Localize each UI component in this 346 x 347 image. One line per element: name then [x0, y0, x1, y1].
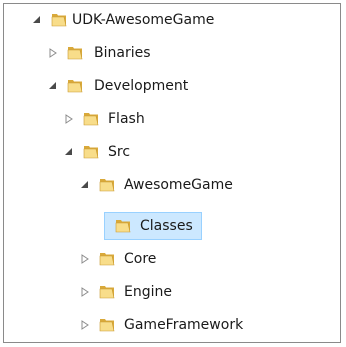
tree-node-label: UDK-AwesomeGame — [72, 12, 215, 28]
tree-node-label: Classes — [140, 218, 193, 234]
collapsed-arrow-icon[interactable] — [64, 114, 74, 124]
folder-icon — [115, 220, 131, 233]
tree-node-gameframework[interactable]: GameFramework — [4, 311, 340, 339]
collapsed-arrow-icon[interactable] — [48, 48, 58, 58]
folder-icon — [99, 253, 115, 266]
tree-node-label: Src — [108, 144, 131, 160]
tree-node-label: AwesomeGame — [124, 177, 233, 193]
expanded-arrow-icon[interactable] — [48, 81, 58, 91]
folder-icon — [83, 113, 99, 126]
tree-node-binaries[interactable]: Binaries — [4, 39, 340, 67]
tree-node-classes[interactable]: Classes — [4, 212, 340, 240]
folder-tree-panel: UDK-AwesomeGame Binaries Development Fla… — [3, 3, 341, 343]
tree-node-label: Core — [124, 251, 157, 267]
collapsed-arrow-icon[interactable] — [80, 287, 90, 297]
folder-icon — [51, 14, 67, 27]
expanded-arrow-icon[interactable] — [80, 180, 90, 190]
collapsed-arrow-icon[interactable] — [80, 320, 90, 330]
tree-node-udk-awesomegame[interactable]: UDK-AwesomeGame — [4, 6, 340, 34]
tree-node-core[interactable]: Core — [4, 245, 340, 273]
collapsed-arrow-icon[interactable] — [80, 254, 90, 264]
tree-node-label: Flash — [108, 111, 145, 127]
folder-icon — [67, 80, 83, 93]
folder-icon — [83, 146, 99, 159]
tree-node-label: Engine — [124, 284, 172, 300]
folder-icon — [99, 179, 115, 192]
tree-node-label: Binaries — [94, 45, 151, 61]
tree-node-label: GameFramework — [124, 317, 244, 333]
tree-node-awesomegame[interactable]: AwesomeGame — [4, 171, 340, 199]
folder-icon — [99, 319, 115, 332]
tree-node-development[interactable]: Development — [4, 72, 340, 100]
folder-icon — [67, 47, 83, 60]
tree-node-label: Development — [94, 78, 189, 94]
tree-node-src[interactable]: Src — [4, 138, 340, 166]
tree-node-flash[interactable]: Flash — [4, 105, 340, 133]
folder-icon — [99, 286, 115, 299]
expanded-arrow-icon[interactable] — [64, 147, 74, 157]
tree-node-engine[interactable]: Engine — [4, 278, 340, 306]
expanded-arrow-icon[interactable] — [32, 15, 42, 25]
